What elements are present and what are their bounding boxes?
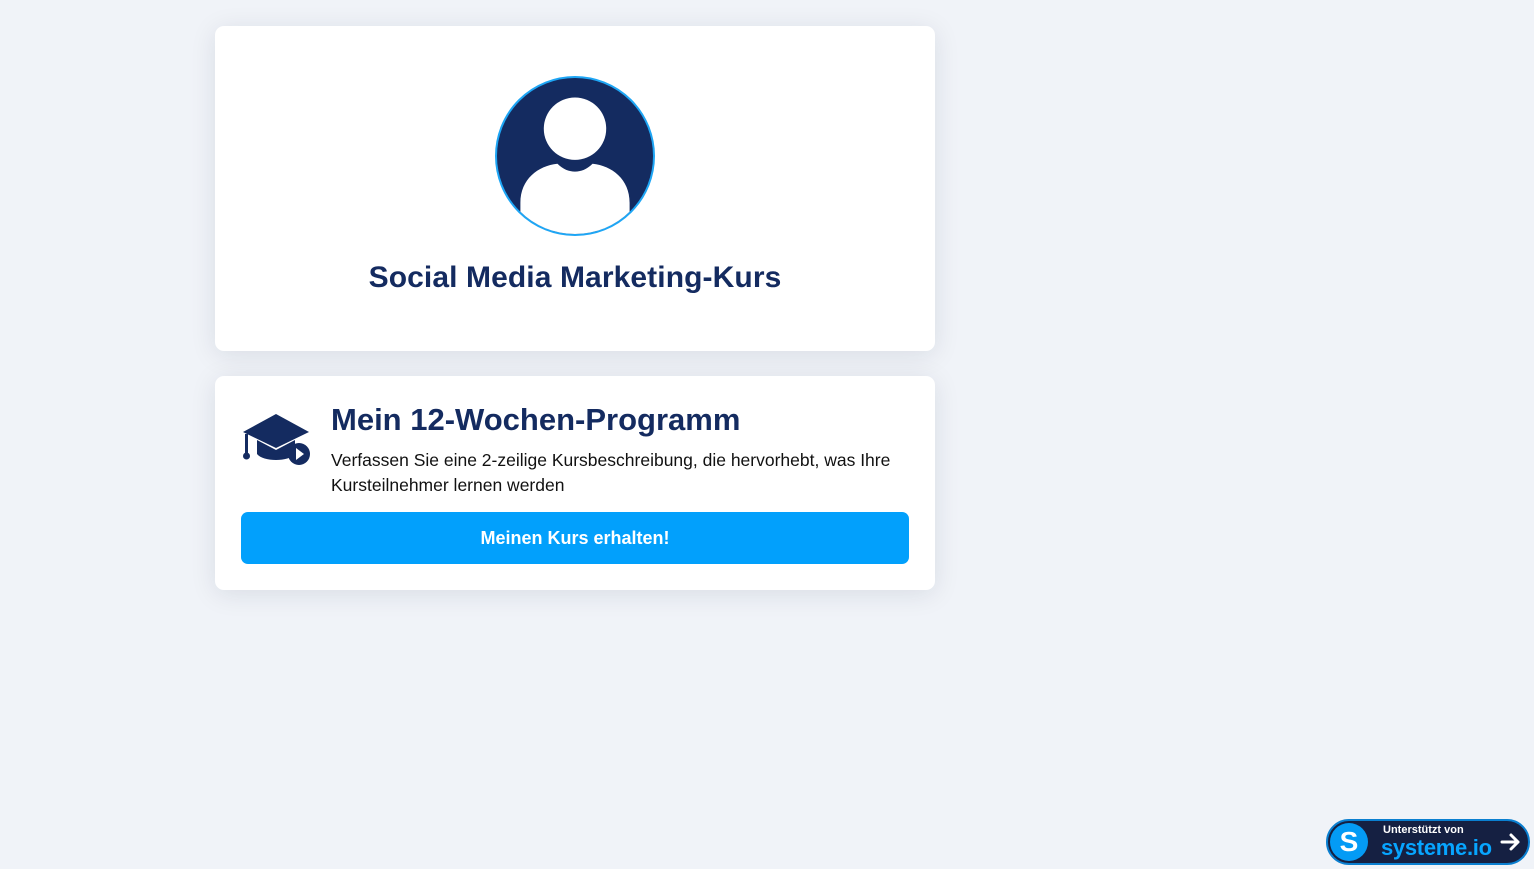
profile-card: Social Media Marketing-Kurs: [215, 26, 935, 351]
arrow-right-icon: [1500, 832, 1522, 852]
graduation-cap-icon: [241, 412, 311, 468]
course-description: Verfassen Sie eine 2-zeilige Kursbeschre…: [331, 450, 891, 495]
user-avatar-icon: [495, 76, 655, 236]
course-title: Mein 12-Wochen-Programm: [331, 402, 741, 437]
brand-name: systeme.io: [1381, 835, 1492, 860]
systeme-logo-icon: S: [1330, 823, 1368, 861]
powered-by-badge[interactable]: S Unterstützt von systeme.io: [1326, 819, 1530, 865]
page-title: Social Media Marketing-Kurs: [368, 261, 782, 294]
get-course-button[interactable]: Meinen Kurs erhalten!: [241, 512, 909, 564]
course-card: Mein 12-Wochen-Programm Verfassen Sie ei…: [215, 376, 935, 590]
